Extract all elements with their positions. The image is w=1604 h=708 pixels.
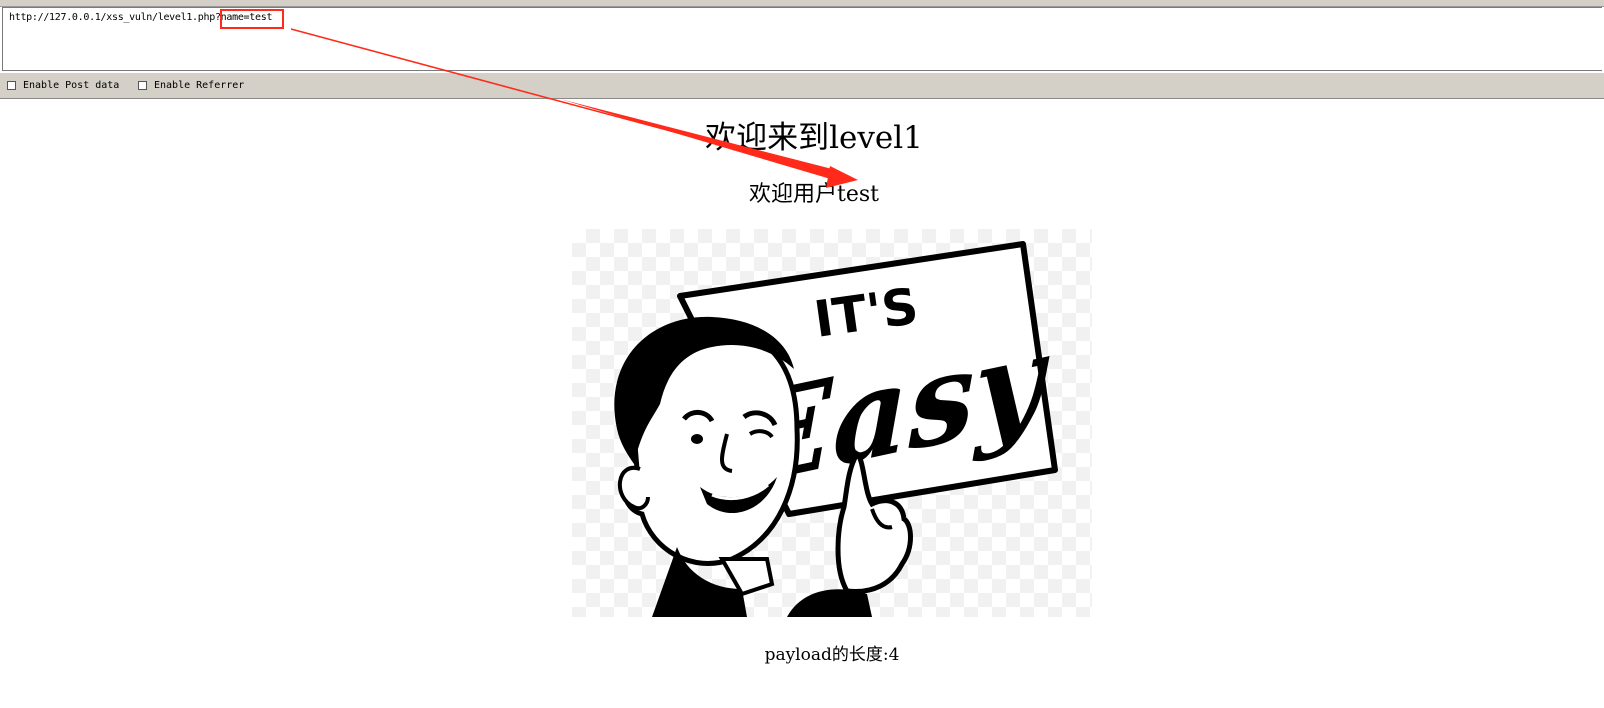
options-bar: Enable Post data Enable Referrer bbox=[0, 73, 1604, 99]
page-title: 欢迎来到level1 bbox=[705, 120, 923, 156]
post-data-label: Enable Post data bbox=[23, 80, 120, 91]
post-data-option[interactable]: Enable Post data bbox=[7, 80, 119, 91]
its-easy-illustration: IT'S Easy bbox=[614, 241, 1058, 617]
referrer-option[interactable]: Enable Referrer bbox=[138, 80, 244, 91]
query-highlight-box bbox=[220, 9, 284, 29]
left-pupil bbox=[691, 434, 703, 444]
payload-length: payload的长度:4 bbox=[764, 645, 900, 665]
its-easy-image: IT'S Easy bbox=[572, 229, 1092, 617]
post-data-checkbox[interactable] bbox=[7, 81, 16, 90]
referrer-label: Enable Referrer bbox=[154, 80, 245, 91]
browser-top-edge bbox=[0, 0, 1604, 7]
url-textarea[interactable]: http://127.0.0.1/xss_vuln/level1.php?nam… bbox=[2, 7, 1602, 71]
referrer-checkbox[interactable] bbox=[138, 81, 147, 90]
url-base: http://127.0.0.1/xss_vuln/level1.php bbox=[9, 12, 215, 23]
welcome-message: 欢迎用户test bbox=[749, 182, 879, 207]
